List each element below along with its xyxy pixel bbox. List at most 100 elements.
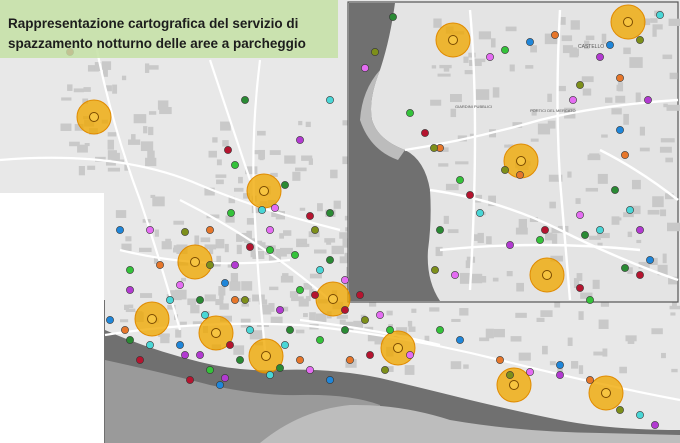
building-block [407, 320, 413, 327]
parking-point [476, 209, 484, 217]
building-block [220, 121, 231, 131]
building-block [145, 157, 157, 167]
parking-point [341, 306, 349, 314]
building-block [121, 75, 127, 81]
inset-building-block [615, 95, 626, 103]
parking-point [146, 226, 154, 234]
map-title: Rappresentazione cartografica del serviz… [8, 14, 338, 54]
parking-point [246, 243, 254, 251]
parking-point [306, 366, 314, 374]
parking-point [166, 296, 174, 304]
building-block [493, 328, 505, 338]
blank-panel [0, 193, 104, 443]
building-block [542, 345, 548, 355]
building-block [314, 249, 327, 254]
parking-point [616, 126, 624, 134]
inset-building-block [647, 209, 660, 215]
parking-point [216, 381, 224, 389]
parking-point [606, 41, 614, 49]
parking-point [311, 226, 319, 234]
inset-building-block [430, 99, 442, 106]
parking-point [341, 276, 349, 284]
parking-point [361, 316, 369, 324]
building-block [107, 167, 121, 172]
building-block [112, 84, 118, 94]
inset-building-block [660, 138, 675, 143]
map-stage: CASTELLO PORTICI DEL MERCATO GIARDINI PU… [0, 0, 680, 443]
parking-point [316, 336, 324, 344]
building-block [280, 275, 294, 283]
inset-building-block [439, 64, 452, 69]
parking-point [611, 186, 619, 194]
parking-point [646, 256, 654, 264]
building-block [669, 305, 680, 310]
parking-point [126, 266, 134, 274]
sweeping-zone-center [448, 35, 458, 45]
building-block [190, 304, 200, 314]
parking-point [276, 364, 284, 372]
inset-building-block [433, 18, 442, 28]
parking-point [389, 13, 397, 21]
building-block [187, 298, 197, 306]
building-block [138, 247, 152, 253]
inset-building-block [450, 93, 462, 103]
parking-point [241, 96, 249, 104]
parking-point [556, 361, 564, 369]
inset-building-block [623, 47, 631, 55]
inset-building-block [530, 138, 539, 142]
building-block [246, 218, 256, 225]
parking-point [421, 129, 429, 137]
building-block [234, 187, 244, 192]
parking-point [636, 226, 644, 234]
map-title-line-2: spazzamento notturno delle aree a parche… [8, 36, 306, 51]
inset-building-block [447, 229, 459, 234]
inset-building-block [660, 209, 667, 217]
parking-point [356, 291, 364, 299]
building-block [61, 97, 72, 101]
parking-point [581, 231, 589, 239]
building-block [180, 321, 187, 325]
parking-point [341, 326, 349, 334]
building-block [216, 179, 224, 185]
parking-point [576, 81, 584, 89]
parking-point [126, 286, 134, 294]
building-block [651, 328, 663, 335]
parking-point [266, 246, 274, 254]
inset-building-block [582, 88, 592, 96]
parking-point [436, 326, 444, 334]
parking-point [636, 271, 644, 279]
parking-point [406, 109, 414, 117]
inset-building-block [547, 93, 552, 103]
sweeping-zone-center [393, 343, 403, 353]
building-block [181, 277, 187, 282]
building-block [515, 312, 527, 318]
inset-building-block [560, 16, 566, 25]
parking-point [506, 371, 514, 379]
building-block [301, 155, 313, 161]
building-block [661, 352, 666, 359]
building-block [578, 311, 584, 320]
building-block [78, 165, 85, 176]
label-portici: PORTICI DEL MERCATO [530, 108, 576, 113]
parking-point [456, 176, 464, 184]
parking-point [226, 341, 234, 349]
building-block [536, 317, 545, 323]
building-block [309, 273, 322, 279]
inset-building-block [662, 253, 667, 264]
parking-point [291, 251, 299, 259]
label-giardini: GIARDINI PUBBLICI [455, 104, 492, 109]
building-block [165, 238, 171, 243]
building-block [298, 243, 310, 247]
parking-point [451, 271, 459, 279]
inset-building-block [611, 216, 620, 225]
parking-point [276, 306, 284, 314]
parking-point [296, 286, 304, 294]
building-block [194, 235, 200, 245]
building-block [200, 237, 211, 243]
building-block [133, 114, 147, 124]
parking-point [430, 144, 438, 152]
parking-point [621, 264, 629, 272]
building-block [241, 281, 253, 291]
parking-point [486, 53, 494, 61]
parking-point [551, 31, 559, 39]
